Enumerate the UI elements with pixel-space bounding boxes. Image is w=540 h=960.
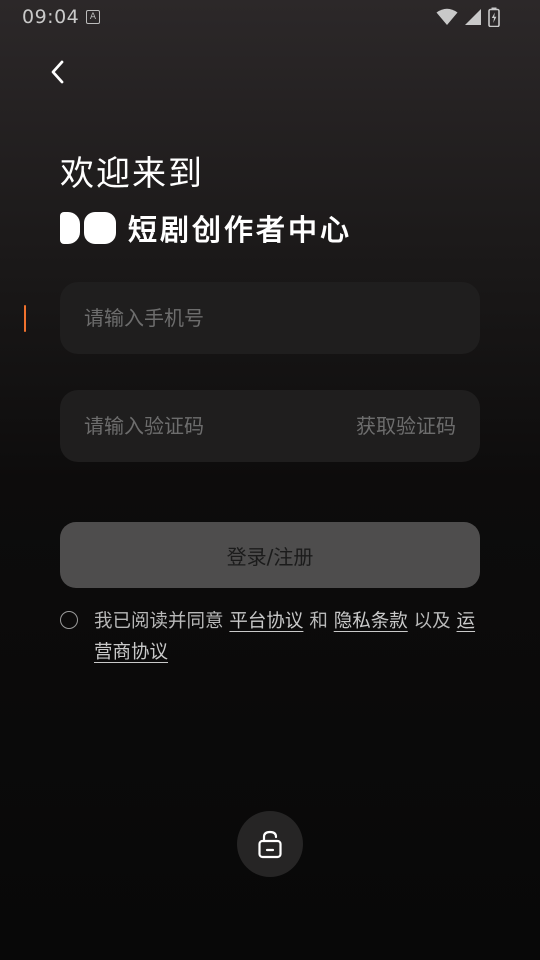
- status-bar: 09:04 A: [0, 0, 540, 34]
- code-field[interactable]: 获取验证码: [60, 390, 480, 462]
- platform-agreement-link[interactable]: 平台协议: [229, 611, 303, 632]
- login-register-button[interactable]: 登录/注册: [60, 522, 480, 588]
- wifi-icon: [436, 8, 458, 25]
- agreement-prefix: 我已阅读并同意: [94, 611, 224, 632]
- lock-button[interactable]: [237, 811, 303, 877]
- text-cursor: [24, 305, 26, 332]
- get-code-button[interactable]: 获取验证码: [356, 390, 456, 462]
- logo-shape-right: [84, 212, 116, 244]
- agreement-checkbox[interactable]: [60, 611, 78, 629]
- brand-logo: [60, 212, 116, 244]
- phone-field[interactable]: [60, 282, 480, 354]
- battery-icon: [488, 7, 500, 27]
- logo-shape-left: [60, 212, 80, 244]
- chevron-left-icon: [51, 60, 64, 84]
- privacy-terms-link[interactable]: 隐私条款: [334, 611, 408, 632]
- agreement-and: 和: [309, 611, 328, 632]
- lock-icon: [258, 830, 282, 859]
- status-icons: [436, 7, 500, 27]
- app-notification-icon: A: [86, 10, 100, 24]
- signal-icon: [465, 9, 481, 25]
- back-button[interactable]: [40, 52, 76, 92]
- code-input[interactable]: [84, 390, 344, 462]
- phone-input[interactable]: [84, 282, 344, 354]
- agreement-and-also: 以及: [413, 611, 451, 632]
- brand-name: 短剧创作者中心: [128, 213, 353, 247]
- brand: 短剧创作者中心: [60, 208, 352, 248]
- status-time: 09:04: [22, 6, 80, 28]
- agreement-text: 我已阅读并同意 平台协议 和 隐私条款 以及 运营商协议: [94, 606, 486, 668]
- welcome-title: 欢迎来到: [60, 154, 204, 194]
